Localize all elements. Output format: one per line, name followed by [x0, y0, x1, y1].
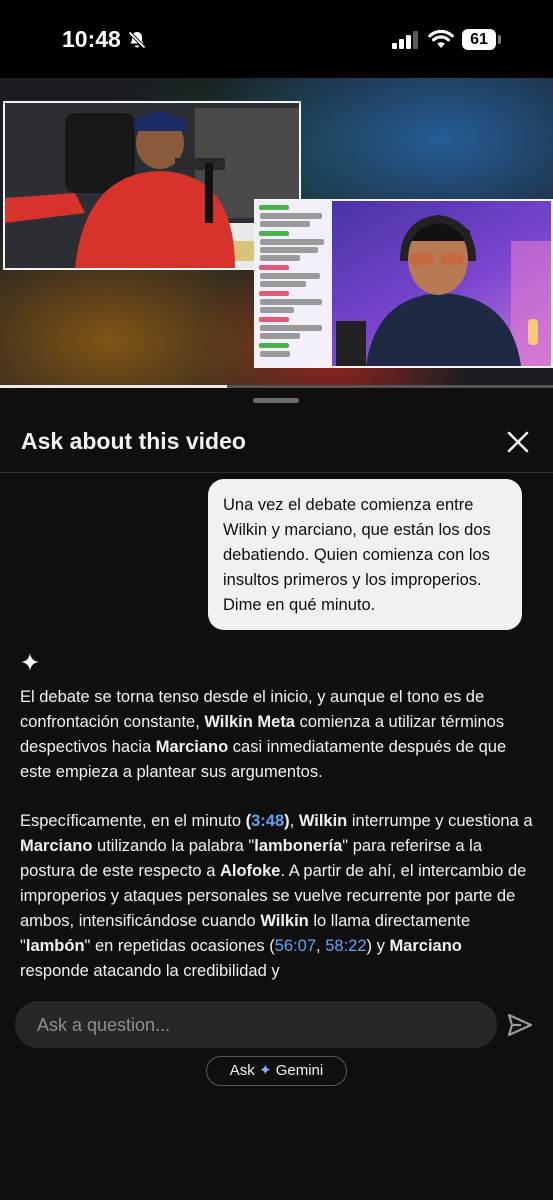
timestamp-link[interactable]: 3:48 [251, 812, 284, 830]
chat-username-tag [259, 291, 289, 296]
ask-gemini-label: Gemini [275, 1062, 324, 1079]
wifi-icon [428, 29, 454, 54]
chat-line [260, 351, 290, 357]
answer-bold: lambón [25, 937, 85, 955]
chat-line [260, 325, 322, 331]
answer-text: , [316, 937, 326, 955]
send-icon[interactable] [506, 1011, 534, 1039]
timestamp-link[interactable]: 56:07 [275, 937, 316, 955]
answer-text: interrumpe y cuestiona a [347, 812, 533, 830]
gemini-star-icon: ✦ [258, 1062, 272, 1079]
assistant-answer: El debate se torna tenso desde el inicio… [20, 685, 535, 990]
drag-handle[interactable] [253, 398, 299, 403]
chat-username-tag [259, 265, 289, 270]
chat-username-tag [259, 343, 289, 348]
chat-line [260, 333, 300, 339]
ask-sheet: Ask about this video Una vez el debate c… [0, 388, 553, 1200]
answer-bold: Alofoke [219, 862, 281, 880]
answer-text: ) y [366, 937, 390, 955]
video-frame-right-streamer [254, 199, 553, 368]
chat-line [260, 247, 318, 253]
ask-question-field[interactable] [15, 1001, 497, 1050]
video-player[interactable] [0, 78, 553, 387]
battery-tip [498, 35, 501, 44]
answer-bold: Marciano [155, 738, 229, 756]
sheet-title: Ask about this video [21, 428, 246, 454]
chat-line [260, 307, 294, 313]
answer-bold: Wilkin Meta [204, 713, 295, 731]
answer-bold: lambonería [254, 837, 343, 855]
ask-gemini-label: Ask [229, 1062, 255, 1079]
chat-username-tag [259, 231, 289, 236]
timestamp-link[interactable]: 58:22 [325, 937, 366, 955]
answer-bold: Wilkin [260, 912, 309, 930]
close-icon[interactable] [504, 428, 532, 456]
ask-gemini-button[interactable]: Ask ✦ Gemini [206, 1056, 347, 1086]
ask-question-input[interactable] [35, 1001, 479, 1050]
chat-line [260, 273, 320, 279]
user-message-bubble: Una vez el debate comienza entre Wilkin … [208, 479, 522, 630]
chat-overlay [256, 201, 332, 366]
answer-paragraph-2: Específicamente, en el minuto (3:48), Wi… [20, 809, 535, 984]
answer-bold: Marciano [20, 837, 93, 855]
chat-line [260, 221, 310, 227]
battery-icon: 61 [462, 29, 496, 50]
status-bar: 10:48 61 [0, 0, 553, 78]
chat-username-tag [259, 205, 289, 210]
chat-line [260, 255, 300, 261]
answer-text: Específicamente, en el minuto [20, 812, 246, 830]
chat-line [260, 281, 306, 287]
answer-text: " en repetidas ocasiones ( [84, 937, 275, 955]
chat-line [260, 239, 324, 245]
bell-slash-icon [127, 30, 147, 55]
answer-bold: Wilkin [298, 812, 348, 830]
answer-text: utilizando la palabra " [92, 837, 255, 855]
sparkle-icon [20, 652, 40, 677]
chat-username-tag [259, 317, 289, 322]
chat-line [260, 299, 322, 305]
chat-line [260, 213, 322, 219]
divider [0, 472, 553, 473]
answer-paragraph-1: El debate se torna tenso desde el inicio… [20, 685, 535, 785]
signal-icon [392, 31, 420, 54]
answer-text: responde atacando la credibilidad y [20, 962, 280, 980]
clock: 10:48 [62, 26, 121, 52]
answer-bold: Marciano [389, 937, 462, 955]
answer-text: , [289, 812, 299, 830]
